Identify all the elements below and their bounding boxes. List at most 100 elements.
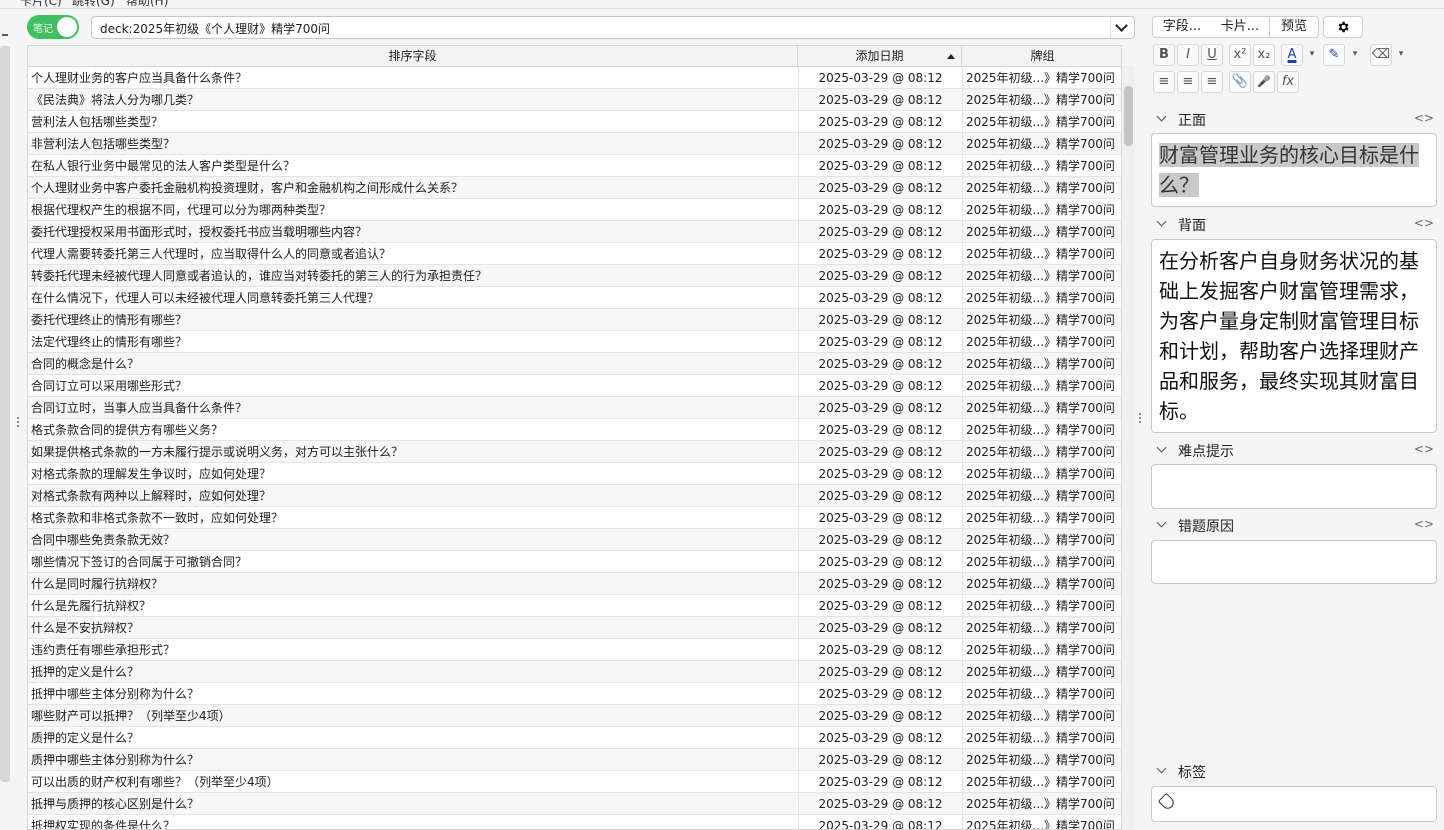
- align-button[interactable]: ≡: [1201, 71, 1223, 93]
- gear-icon: [1338, 21, 1349, 33]
- search-history-dropdown[interactable]: [1110, 17, 1134, 38]
- left-splitter-handle[interactable]: [17, 417, 21, 429]
- cell-deck: 2025年初级...》精学700问: [962, 529, 1121, 551]
- field-hint-header[interactable]: 难点提示 <>: [1152, 439, 1436, 461]
- editor-splitter-handle[interactable]: [1139, 413, 1143, 425]
- cell-sort-field: 对格式条款有两种以上解释时，应如何处理？: [31, 489, 272, 503]
- bold-button[interactable]: B: [1153, 44, 1175, 66]
- preview-button[interactable]: 预览: [1270, 16, 1319, 38]
- html-editor-toggle-icon[interactable]: <>: [1414, 517, 1434, 531]
- table-row[interactable]: 如果提供格式条款的一方未履行提示或说明义务，对方可以主张什么？ 2025-03-2…: [28, 441, 1121, 463]
- table-row[interactable]: 合同中哪些免责条款无效？ 2025-03-29 @ 08:12 2025年初级...…: [28, 529, 1121, 551]
- highlight-dropdown[interactable]: ▾: [1348, 44, 1362, 66]
- settings-button[interactable]: [1323, 16, 1363, 38]
- table-row[interactable]: 什么是同时履行抗辩权？ 2025-03-29 @ 08:12 2025年初级...》…: [28, 573, 1121, 595]
- italic-button[interactable]: I: [1177, 44, 1199, 66]
- column-deck[interactable]: 牌组: [962, 46, 1121, 67]
- table-row[interactable]: 在什么情况下，代理人可以未经被代理人同意转委托第三人代理？ 2025-03-29 …: [28, 287, 1121, 309]
- table-scrollbar[interactable]: [1122, 66, 1135, 830]
- table-row[interactable]: 抵押的定义是什么？ 2025-03-29 @ 08:12 2025年初级...》精学…: [28, 661, 1121, 683]
- eraser-icon[interactable]: ⌫: [1370, 44, 1392, 66]
- cell-deck: 2025年初级...》精学700问: [962, 133, 1121, 155]
- highlight-button[interactable]: ✎: [1323, 44, 1345, 66]
- table-row[interactable]: 《民法典》将法人分为哪几类？ 2025-03-29 @ 08:12 2025年初级.…: [28, 89, 1121, 111]
- table-header: 排序字段 添加日期 牌组: [28, 46, 1121, 67]
- cell-sort-field: 可以出质的财产权利有哪些？（列举至少4项）: [31, 775, 279, 789]
- column-date-added[interactable]: 添加日期: [798, 46, 962, 67]
- table-row[interactable]: 代理人需要转委托第三人代理时，应当取得什么人的同意或者追认？ 2025-03-29…: [28, 243, 1121, 265]
- cell-deck: 2025年初级...》精学700问: [962, 551, 1121, 573]
- cell-date-added: 2025-03-29 @ 08:12: [798, 485, 962, 507]
- eraser-dropdown[interactable]: ▾: [1394, 44, 1408, 66]
- table-row[interactable]: 质押中哪些主体分别称为什么？ 2025-03-29 @ 08:12 2025年初级.…: [28, 749, 1121, 771]
- underline-button[interactable]: U: [1201, 44, 1223, 66]
- menu-go[interactable]: 跳转(G): [72, 0, 115, 8]
- table-row[interactable]: 对格式条款有两种以上解释时，应如何处理？ 2025-03-29 @ 08:12 20…: [28, 485, 1121, 507]
- table-row[interactable]: 格式条款和非格式条款不一致时，应如何处理？ 2025-03-29 @ 08:12 2…: [28, 507, 1121, 529]
- attach-icon[interactable]: 📎: [1229, 71, 1251, 93]
- html-editor-toggle-icon[interactable]: <>: [1414, 442, 1434, 456]
- table-row[interactable]: 抵押与质押的核心区别是什么？ 2025-03-29 @ 08:12 2025年初级.…: [28, 793, 1121, 815]
- field-front-header[interactable]: 正面 <>: [1152, 108, 1436, 130]
- bullet-list-button[interactable]: ≡: [1153, 71, 1175, 93]
- table-row[interactable]: 质押的定义是什么？ 2025-03-29 @ 08:12 2025年初级...》精学…: [28, 727, 1121, 749]
- table-row[interactable]: 非营利法人包括哪些类型？ 2025-03-29 @ 08:12 2025年初级...…: [28, 133, 1121, 155]
- table-row[interactable]: 可以出质的财产权利有哪些？（列举至少4项） 2025-03-29 @ 08:12 2…: [28, 771, 1121, 793]
- table-row[interactable]: 个人理财业务中客户委托金融机构投资理财，客户和金融机构之间形成什么关系？ 2025…: [28, 177, 1121, 199]
- field-error-reason-header[interactable]: 错题原因 <>: [1152, 514, 1436, 536]
- cell-sort-field: 根据代理权产生的根据不同，代理可以分为哪两种类型？: [31, 203, 332, 217]
- table-row[interactable]: 委托代理终止的情形有哪些？ 2025-03-29 @ 08:12 2025年初级..…: [28, 309, 1121, 331]
- table-row[interactable]: 个人理财业务的客户应当具备什么条件？ 2025-03-29 @ 08:12 2025…: [28, 67, 1121, 89]
- field-back-editor[interactable]: 在分析客户自身财务状况的基础上发掘客户财富管理需求，为客户量身定制财富管理目标和…: [1151, 239, 1437, 433]
- table-row[interactable]: 违约责任有哪些承担形式？ 2025-03-29 @ 08:12 2025年初级...…: [28, 639, 1121, 661]
- cell-deck: 2025年初级...》精学700问: [962, 793, 1121, 815]
- cell-sort-field: 代理人需要转委托第三人代理时，应当取得什么人的同意或者追认？: [31, 247, 392, 261]
- superscript-button[interactable]: x²: [1229, 44, 1251, 66]
- table-row[interactable]: 法定代理终止的情形有哪些？ 2025-03-29 @ 08:12 2025年初级..…: [28, 331, 1121, 353]
- table-scrollbar-thumb[interactable]: [1124, 86, 1133, 146]
- table-row[interactable]: 格式条款合同的提供方有哪些义务？ 2025-03-29 @ 08:12 2025年初…: [28, 419, 1121, 441]
- cards-button[interactable]: 卡片...: [1211, 16, 1270, 38]
- field-error-reason-editor[interactable]: [1151, 540, 1437, 584]
- table-row[interactable]: 营利法人包括哪些类型？ 2025-03-29 @ 08:12 2025年初级...》…: [28, 111, 1121, 133]
- table-row[interactable]: 什么是不安抗辩权？ 2025-03-29 @ 08:12 2025年初级...》精学…: [28, 617, 1121, 639]
- table-row[interactable]: 根据代理权产生的根据不同，代理可以分为哪两种类型？ 2025-03-29 @ 08…: [28, 199, 1121, 221]
- cards-notes-toggle[interactable]: 笔记: [27, 15, 79, 39]
- numbered-list-button[interactable]: ≡: [1177, 71, 1199, 93]
- menu-help[interactable]: 帮助(H): [126, 0, 168, 8]
- formula-button[interactable]: fx: [1277, 71, 1299, 93]
- search-input[interactable]: deck:2025年初级《个人理财》精学700问: [91, 16, 1135, 39]
- table-row[interactable]: 委托代理授权采用书面形式时，授权委托书应当载明哪些内容？ 2025-03-29 @…: [28, 221, 1121, 243]
- microphone-icon[interactable]: 🎤: [1253, 71, 1275, 93]
- html-editor-toggle-icon[interactable]: <>: [1414, 111, 1434, 125]
- table-row[interactable]: 抵押中哪些主体分别称为什么？ 2025-03-29 @ 08:12 2025年初级.…: [28, 683, 1121, 705]
- menu-cards[interactable]: 卡片(C): [20, 0, 62, 8]
- cell-deck: 2025年初级...》精学700问: [962, 463, 1121, 485]
- subscript-button[interactable]: x₂: [1253, 44, 1275, 66]
- tags-input[interactable]: [1151, 786, 1437, 822]
- cell-sort-field: 对格式条款的理解发生争议时，应如何处理？: [31, 467, 272, 481]
- tags-header[interactable]: 标签: [1152, 760, 1436, 782]
- field-back-header[interactable]: 背面 <>: [1152, 213, 1436, 235]
- table-row[interactable]: 哪些情况下签订的合同属于可撤销合同？ 2025-03-29 @ 08:12 2025…: [28, 551, 1121, 573]
- fields-button[interactable]: 字段...: [1152, 16, 1212, 38]
- table-row[interactable]: 在私人银行业务中最常见的法人客户类型是什么？ 2025-03-29 @ 08:12…: [28, 155, 1121, 177]
- field-hint-editor[interactable]: [1151, 464, 1437, 509]
- table-row[interactable]: 合同的概念是什么？ 2025-03-29 @ 08:12 2025年初级...》精学…: [28, 353, 1121, 375]
- field-front-editor[interactable]: 财富管理业务的核心目标是什么？: [1151, 133, 1437, 207]
- cell-sort-field: 合同的概念是什么？: [31, 357, 140, 371]
- font-color-button[interactable]: A: [1281, 44, 1303, 66]
- table-row[interactable]: 哪些财产可以抵押？（列举至少4项） 2025-03-29 @ 08:12 2025年…: [28, 705, 1121, 727]
- sidebar-collapsed-strip[interactable]: [0, 46, 10, 782]
- table-row[interactable]: 对格式条款的理解发生争议时，应如何处理？ 2025-03-29 @ 08:12 20…: [28, 463, 1121, 485]
- chevron-down-icon: [1156, 216, 1167, 227]
- table-row[interactable]: 合同订立可以采用哪些形式？ 2025-03-29 @ 08:12 2025年初级..…: [28, 375, 1121, 397]
- table-row[interactable]: 转委托代理未经被代理人同意或者追认的，谁应当对转委托的第三人的行为承担责任？ 20…: [28, 265, 1121, 287]
- column-sort-field[interactable]: 排序字段: [28, 46, 798, 67]
- cell-sort-field: 如果提供格式条款的一方未履行提示或说明义务，对方可以主张什么？: [31, 445, 404, 459]
- table-row[interactable]: 抵押权实现的条件是什么？ 2025-03-29 @ 08:12 2025年初级...…: [28, 815, 1121, 829]
- font-color-dropdown[interactable]: ▾: [1305, 44, 1319, 66]
- html-editor-toggle-icon[interactable]: <>: [1414, 216, 1434, 230]
- table-row[interactable]: 合同订立时，当事人应当具备什么条件？ 2025-03-29 @ 08:12 2025…: [28, 397, 1121, 419]
- table-row[interactable]: 什么是先履行抗辩权？ 2025-03-29 @ 08:12 2025年初级...》精…: [28, 595, 1121, 617]
